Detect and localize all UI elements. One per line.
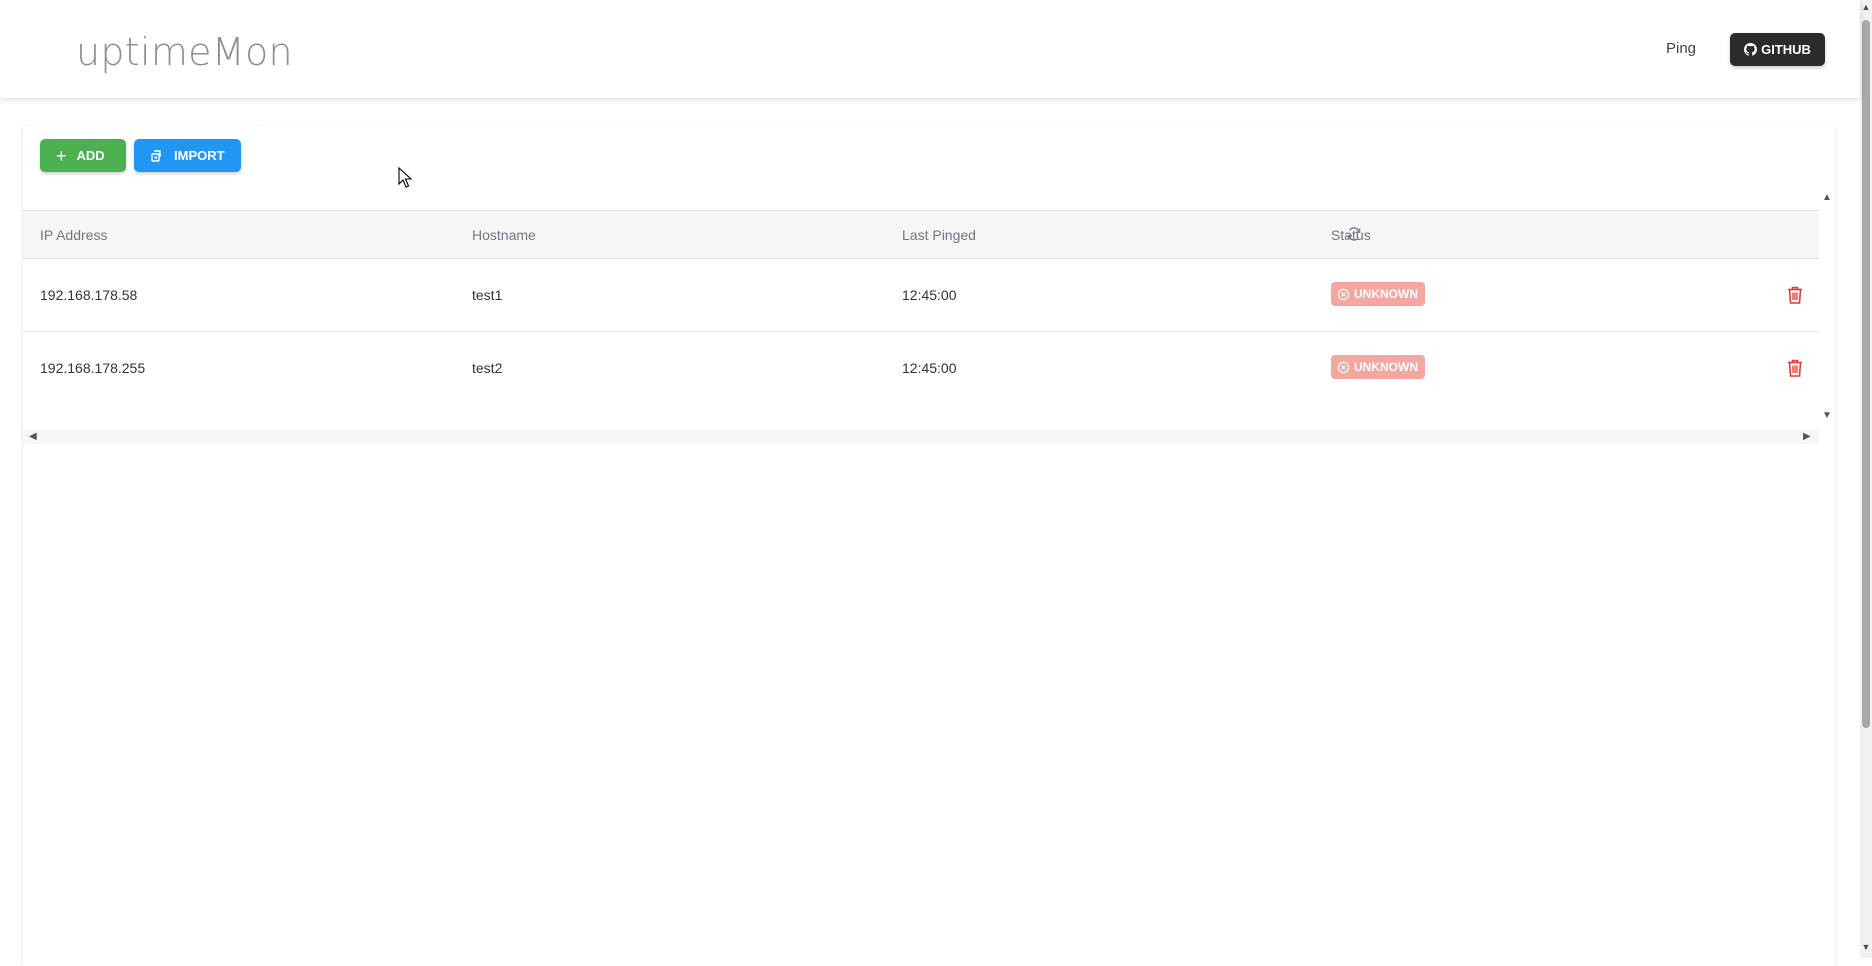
trash-icon[interactable] xyxy=(1786,285,1804,305)
scroll-right-arrow[interactable]: ▶ xyxy=(1803,431,1811,442)
cell-hostname: test2 xyxy=(472,360,503,376)
table-scroll-up-arrow[interactable]: ▲ xyxy=(1821,192,1833,203)
table-header: IP Address Hostname Last Pinged Status xyxy=(23,210,1819,259)
add-button[interactable]: + ADD xyxy=(40,139,126,172)
github-icon xyxy=(1744,43,1758,56)
add-label: ADD xyxy=(76,148,105,163)
cell-ip: 192.168.178.58 xyxy=(40,287,138,303)
table-row: 192.168.178.255 test2 12:45:00 UNKNOWN xyxy=(23,332,1819,405)
trash-icon[interactable] xyxy=(1786,358,1804,378)
scroll-left-arrow[interactable]: ◀ xyxy=(29,431,37,442)
column-header-hostname: Hostname xyxy=(472,227,536,243)
import-label: IMPORT xyxy=(174,148,225,163)
cell-hostname: test1 xyxy=(472,287,503,303)
table-row: 192.168.178.58 test1 12:45:00 UNKNOWN xyxy=(23,259,1819,332)
cell-ip: 192.168.178.255 xyxy=(40,360,146,376)
hosts-table: IP Address Hostname Last Pinged Status 1… xyxy=(23,210,1819,436)
github-button[interactable]: GITHUB xyxy=(1730,33,1825,66)
github-label: GITHUB xyxy=(1761,42,1811,57)
status-label: UNKNOWN xyxy=(1354,287,1418,301)
brand-logo[interactable]: uptimeMon xyxy=(76,30,293,74)
status-badge: UNKNOWN xyxy=(1331,355,1425,379)
status-label: UNKNOWN xyxy=(1354,360,1418,374)
import-button[interactable]: IMPORT xyxy=(134,139,241,172)
window-scroll-up-arrow[interactable]: ▲ xyxy=(1860,2,1872,12)
window-scroll-down-arrow[interactable]: ▼ xyxy=(1860,942,1872,952)
table-scroll-down-arrow[interactable]: ▼ xyxy=(1821,410,1833,421)
refresh-icon[interactable] xyxy=(1346,226,1362,242)
window-scrollbar[interactable]: ▲ ▼ xyxy=(1860,0,1872,958)
cell-last-pinged: 12:45:00 xyxy=(902,360,957,376)
import-icon xyxy=(151,149,161,162)
window-scroll-thumb[interactable] xyxy=(1862,20,1870,728)
cell-last-pinged: 12:45:00 xyxy=(902,287,957,303)
table-horizontal-scrollbar[interactable]: ◀ ▶ xyxy=(23,430,1819,444)
app-header: uptimeMon Ping GITHUB xyxy=(0,0,1860,98)
column-header-ip: IP Address xyxy=(40,227,108,243)
hosts-card: + ADD IMPORT IP Address Hostname Last Pi… xyxy=(23,126,1835,966)
mouse-cursor-icon xyxy=(398,167,412,188)
column-header-last-pinged: Last Pinged xyxy=(902,227,976,243)
nav-ping-link[interactable]: Ping xyxy=(1666,40,1696,57)
close-circle-icon xyxy=(1337,361,1350,373)
plus-icon: + xyxy=(56,145,67,166)
close-circle-icon xyxy=(1337,288,1350,300)
status-badge: UNKNOWN xyxy=(1331,282,1425,306)
